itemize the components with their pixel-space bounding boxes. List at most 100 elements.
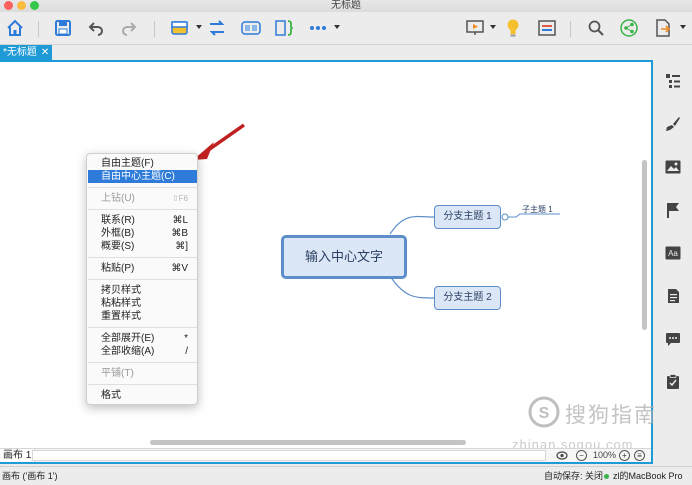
menu-item-shortcut: * [184, 333, 188, 344]
redo-icon[interactable] [118, 17, 140, 39]
comment-icon[interactable] [663, 329, 683, 349]
menu-item-summary[interactable]: 概要(S) ⌘] [88, 240, 197, 253]
menu-item-boundary[interactable]: 外框(B) ⌘B [88, 227, 197, 240]
marker-flag-icon[interactable] [663, 200, 683, 220]
menu-item-label: 粘粘样式 [101, 298, 141, 309]
export-icon[interactable] [652, 17, 674, 39]
eye-icon[interactable] [556, 450, 568, 464]
menu-item-shortcut: ⌘B [171, 228, 188, 239]
menu-item-label: 联系(R) [101, 215, 135, 226]
svg-text:Aa: Aa [668, 249, 678, 258]
sheet-tab-bar: 画布 1 − 100% + ≡ [0, 448, 651, 462]
menu-item-label: 自由中心主题(C) [101, 171, 175, 182]
close-window-button[interactable] [4, 1, 13, 10]
window-title: 无标题 [331, 0, 361, 11]
menu-item-relationship[interactable]: 联系(R) ⌘L [88, 214, 197, 227]
zoom-out-button[interactable]: − [576, 450, 587, 461]
vertical-scrollbar[interactable] [642, 160, 647, 330]
menu-item-shortcut: ⌘V [171, 263, 188, 274]
boundary-icon[interactable] [240, 17, 262, 39]
central-topic[interactable]: 输入中心文字 [281, 235, 407, 279]
text-format-icon[interactable]: Aa [663, 243, 683, 263]
image-icon[interactable] [663, 157, 683, 177]
menu-item-label: 概要(S) [101, 241, 135, 252]
save-icon[interactable] [52, 17, 74, 39]
toolbar-divider [38, 21, 39, 37]
menu-item-expand-all[interactable]: 全部展开(E) * [88, 332, 197, 345]
menu-item-paste-style[interactable]: 粘粘样式 [88, 297, 197, 310]
undo-icon[interactable] [85, 17, 107, 39]
menu-item-drill-up: 上钻(U) ⇧F6 [88, 192, 197, 205]
menu-item-floating-topic[interactable]: 自由主题(F) [88, 157, 197, 170]
search-icon[interactable] [585, 17, 607, 39]
status-bar: 画布 ('画布 1') 自动保存: 关闭 zl的MacBook Pro [0, 466, 692, 485]
menu-item-reset-style[interactable]: 重置样式 [88, 310, 197, 323]
window-title-bar: 无标题 [0, 0, 692, 12]
menu-item-label: 平铺(T) [101, 368, 134, 379]
menu-divider [88, 362, 197, 363]
autosave-status[interactable]: 自动保存: 关闭 [544, 467, 603, 485]
menu-item-shortcut: ⇧F6 [171, 194, 188, 203]
close-tab-icon[interactable]: ✕ [41, 47, 49, 58]
menu-item-label: 全部展开(E) [101, 333, 155, 344]
menu-item-floating-central-topic[interactable]: 自由中心主题(C) [88, 170, 197, 183]
notes-icon[interactable] [663, 286, 683, 306]
sheet-tab[interactable]: 画布 1 [0, 449, 36, 462]
branch-topic-1[interactable]: 分支主题 1 [434, 205, 501, 229]
menu-item-format[interactable]: 格式 [88, 389, 197, 402]
topic-dropdown-caret[interactable] [196, 25, 202, 29]
branch-topic-2[interactable]: 分支主题 2 [434, 286, 501, 310]
sheet-tab-area[interactable] [32, 450, 546, 461]
menu-divider [88, 257, 197, 258]
menu-item-label: 全部收缩(A) [101, 346, 155, 357]
menu-item-label: 格式 [101, 390, 121, 401]
zoom-in-button[interactable]: + [619, 450, 630, 461]
fit-view-button[interactable]: ≡ [634, 450, 645, 461]
more-icon[interactable] [307, 17, 329, 39]
export-dropdown-caret[interactable] [680, 25, 686, 29]
central-topic-label: 输入中心文字 [304, 249, 383, 264]
context-menu: 自由主题(F) 自由中心主题(C) 上钻(U) ⇧F6 联系(R) ⌘L 外框(B)… [86, 153, 198, 405]
zoom-level: 100% [593, 450, 617, 460]
presentation-dropdown-caret[interactable] [490, 25, 496, 29]
subtopic-1[interactable]: 子主题 1 [522, 204, 553, 215]
menu-item-label: 外框(B) [101, 228, 135, 239]
online-status-dot [604, 474, 609, 479]
topic-icon[interactable] [169, 17, 191, 39]
task-icon[interactable] [663, 372, 683, 392]
menu-item-shortcut: ⌘] [175, 241, 188, 252]
outline-icon[interactable] [536, 17, 558, 39]
main-toolbar [0, 12, 692, 45]
menu-item-paste[interactable]: 粘贴(P) ⌘V [88, 262, 197, 275]
menu-item-label: 粘贴(P) [101, 263, 135, 274]
menu-item-shortcut: ⌘L [172, 215, 188, 226]
share-icon[interactable] [618, 17, 640, 39]
right-side-panel: Aa [655, 60, 692, 464]
summary-icon[interactable] [273, 17, 295, 39]
menu-divider [88, 209, 197, 210]
menu-item-label: 拷贝样式 [101, 285, 141, 296]
relationship-icon[interactable] [206, 17, 228, 39]
outline-view-icon[interactable] [663, 71, 683, 91]
menu-item-collapse-all[interactable]: 全部收缩(A) / [88, 345, 197, 358]
menu-divider [88, 327, 197, 328]
presentation-icon[interactable] [464, 17, 486, 39]
document-tab[interactable]: *无标题 ✕ [0, 45, 52, 60]
home-icon[interactable] [4, 17, 26, 39]
minimize-window-button[interactable] [17, 1, 26, 10]
menu-item-tile: 平铺(T) [88, 367, 197, 380]
horizontal-scrollbar[interactable] [150, 440, 466, 445]
menu-item-label: 自由主题(F) [101, 158, 154, 169]
menu-item-copy-style[interactable]: 拷贝样式 [88, 284, 197, 297]
idea-icon[interactable] [502, 17, 524, 39]
menu-item-label: 重置样式 [101, 311, 141, 322]
svg-text:S: S [539, 405, 550, 422]
document-tab-label: *无标题 [3, 47, 37, 58]
branch-topic-label: 分支主题 2 [443, 292, 492, 303]
menu-divider [88, 187, 197, 188]
toolbar-divider [570, 21, 571, 37]
more-dropdown-caret[interactable] [334, 25, 340, 29]
device-name: zl的MacBook Pro [613, 471, 683, 481]
style-brush-icon[interactable] [663, 114, 683, 134]
zoom-window-button[interactable] [30, 1, 39, 10]
